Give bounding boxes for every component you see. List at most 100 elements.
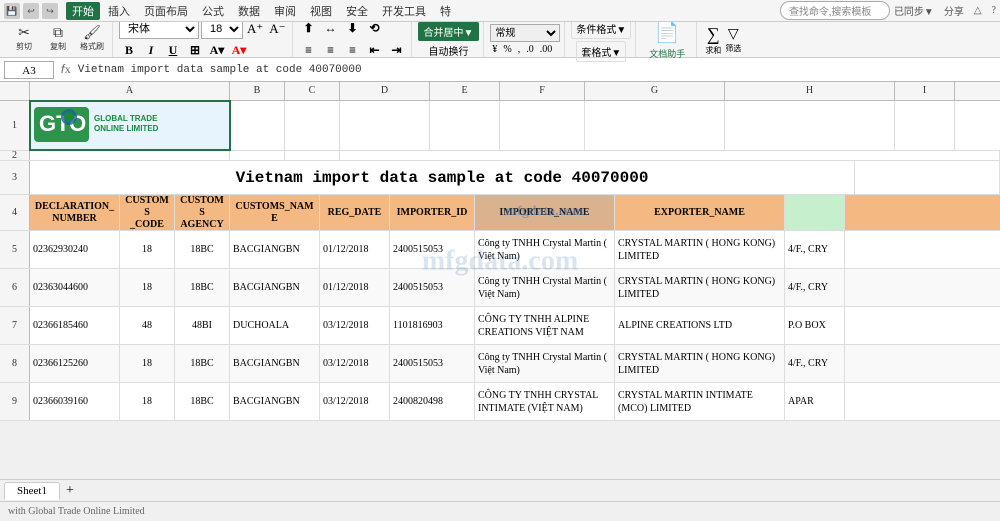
align-left-button[interactable]: ≡ — [299, 41, 319, 61]
cell-f1 — [500, 101, 585, 150]
cell-exporter-name-2: ALPINE CREATIONS LTD — [615, 307, 785, 344]
menu-security[interactable]: 安全 — [340, 2, 374, 20]
percent-button[interactable]: % — [501, 44, 513, 55]
redo-icon[interactable]: ↪ — [42, 3, 58, 19]
svg-text:GLOBAL TRADE: GLOBAL TRADE — [94, 114, 158, 123]
menu-layout[interactable]: 页面布局 — [138, 2, 194, 20]
align-right-button[interactable]: ≡ — [343, 41, 363, 61]
row-number-7: 7 — [0, 307, 30, 344]
table-row: 8 02366125260 18 18BC BACGIANGBN 03/12/2… — [0, 345, 1000, 383]
cell-cust-name-3: BACGIANGBN — [230, 345, 320, 382]
row-number-9: 9 — [0, 383, 30, 420]
status-bar: with Global Trade Online Limited — [0, 501, 1000, 521]
col-header-g: G — [585, 82, 725, 100]
font-color-button[interactable]: A▾ — [229, 41, 249, 61]
cell-extra-4: APAR — [785, 383, 845, 420]
brush-icon: 🖌 — [83, 27, 101, 41]
bold-button[interactable]: B — [119, 41, 139, 61]
cell-reference-box[interactable]: A3 — [4, 61, 54, 79]
cell-c2 — [285, 151, 340, 160]
currency-button[interactable]: ¥ — [490, 44, 499, 55]
add-sheet-button[interactable]: + — [62, 483, 78, 499]
merge-center-button[interactable]: 合并居中▼ — [418, 22, 480, 41]
cell-i1 — [895, 101, 955, 150]
menu-insert[interactable]: 插入 — [102, 2, 136, 20]
underline-button[interactable]: U — [163, 41, 183, 61]
cell-e1 — [430, 101, 500, 150]
table-row: 1 GTO GLOBAL TRADE ONLINE LIMITED — [0, 101, 1000, 151]
align-center-button[interactable]: ≡ — [321, 41, 341, 61]
row-number-3: 3 — [0, 161, 30, 194]
cell-cust-agency-2: 48BI — [175, 307, 230, 344]
row-number-header-corner — [0, 82, 30, 100]
cell-cust-agency-4: 18BC — [175, 383, 230, 420]
increase-font-button[interactable]: A⁺ — [245, 21, 265, 37]
scissors-icon: ✂ — [18, 27, 30, 41]
doc-helper-icon: 📄 — [655, 20, 680, 45]
search-input[interactable]: 查找命令,搜索模板 — [780, 1, 890, 20]
user-icon[interactable]: △ — [974, 5, 982, 16]
font-section: 宋体 18 A⁺ A⁻ B I U ⊞ A▾ A▾ — [115, 22, 293, 57]
cell-c1 — [285, 101, 340, 150]
indent-inc-button[interactable]: ⇥ — [387, 41, 407, 61]
alignment-section: ⬆ ↔ ⬇ ⟲ ≡ ≡ ≡ ⇤ ⇥ — [295, 22, 412, 57]
cell-cust-code-1: 18 — [120, 269, 175, 306]
col-header-i: I — [895, 82, 955, 100]
menu-home[interactable]: 开始 — [66, 2, 100, 20]
col-header-a: A — [30, 82, 230, 100]
cell-exporter-name-0: CRYSTAL MARTIN ( HONG KONG) LIMITED — [615, 231, 785, 268]
sum-button[interactable]: ∑ 求和 — [705, 24, 721, 56]
table-format-button[interactable]: 套格式▼ — [576, 41, 626, 62]
indent-dec-button[interactable]: ⇤ — [365, 41, 385, 61]
help-icon[interactable]: ? — [992, 5, 996, 16]
col-header-f: F — [500, 82, 585, 100]
formula-content[interactable]: Vietnam import data sample at code 40070… — [78, 64, 362, 76]
menu-developer[interactable]: 开发工具 — [376, 2, 432, 20]
sync-label: 已同步▼ — [894, 3, 934, 18]
border-button[interactable]: ⊞ — [185, 41, 205, 61]
cell-cust-agency-3: 18BC — [175, 345, 230, 382]
cell-importer-name-0: Công ty TNHH Crystal Martin ( Việt Nam) — [475, 231, 615, 268]
column-headers: A B C D E F G H I — [0, 82, 1000, 101]
table-row: 3 Vietnam import data sample at code 400… — [0, 161, 1000, 195]
fill-color-button[interactable]: A▾ — [207, 41, 227, 61]
cell-importer-id-2: 1101816903 — [390, 307, 475, 344]
menu-view[interactable]: 视图 — [304, 2, 338, 20]
header-importer-name: IMPORTER_NAME mfgdata.com — [475, 195, 615, 230]
number-format-select[interactable]: 常规 — [490, 24, 560, 42]
sheet-tab-1[interactable]: Sheet1 — [4, 482, 60, 500]
cell-decl-3: 02366125260 — [30, 345, 120, 382]
comma-button[interactable]: , — [516, 44, 523, 55]
menu-special[interactable]: 特 — [434, 2, 457, 20]
decimal-inc-button[interactable]: .0 — [524, 44, 536, 55]
filter-button[interactable]: ▽ 筛选 — [725, 26, 741, 54]
row-number-1: 1 — [0, 101, 30, 150]
cell-importer-id-4: 2400820498 — [390, 383, 475, 420]
copy-button[interactable]: ⧉ 复制 — [42, 25, 74, 55]
cell-importer-name-1: Công ty TNHH Crystal Martin ( Việt Nam) — [475, 269, 615, 306]
cell-decl-1: 02363044600 — [30, 269, 120, 306]
decimal-dec-button[interactable]: .00 — [538, 44, 555, 55]
cut-button[interactable]: ✂ 剪切 — [8, 25, 40, 55]
table-row: 5 02362930240 18 18BC BACGIANGBN 01/12/2… — [0, 231, 1000, 269]
wrap-text-button[interactable]: 自动换行 — [428, 43, 468, 58]
italic-button[interactable]: I — [141, 41, 161, 61]
cell-decl-0: 02362930240 — [30, 231, 120, 268]
menu-review[interactable]: 审阅 — [268, 2, 302, 20]
toolbar-row1: ✂ 剪切 ⧉ 复制 🖌 格式刷 宋体 18 — [0, 22, 1000, 58]
save-icon[interactable]: 💾 — [4, 3, 20, 19]
cell-decl-4: 02366039160 — [30, 383, 120, 420]
format-painter-button[interactable]: 🖌 格式刷 — [76, 25, 108, 55]
cell-b2 — [230, 151, 285, 160]
sum-filter-section: ∑ 求和 ▽ 筛选 — [699, 24, 747, 56]
table-row: 6 02363044600 18 18BC BACGIANGBN 01/12/2… — [0, 269, 1000, 307]
undo-icon[interactable]: ↩ — [23, 3, 39, 19]
cell-reg-date-2: 03/12/2018 — [320, 307, 390, 344]
decrease-font-button[interactable]: A⁻ — [267, 21, 287, 37]
share-label[interactable]: 分享 — [944, 3, 964, 18]
menu-data[interactable]: 数据 — [232, 2, 266, 20]
doc-helper-button[interactable]: 文档助手 — [649, 47, 685, 60]
cell-decl-2: 02366185460 — [30, 307, 120, 344]
cell-cust-name-2: DUCHOALA — [230, 307, 320, 344]
menu-formula[interactable]: 公式 — [196, 2, 230, 20]
